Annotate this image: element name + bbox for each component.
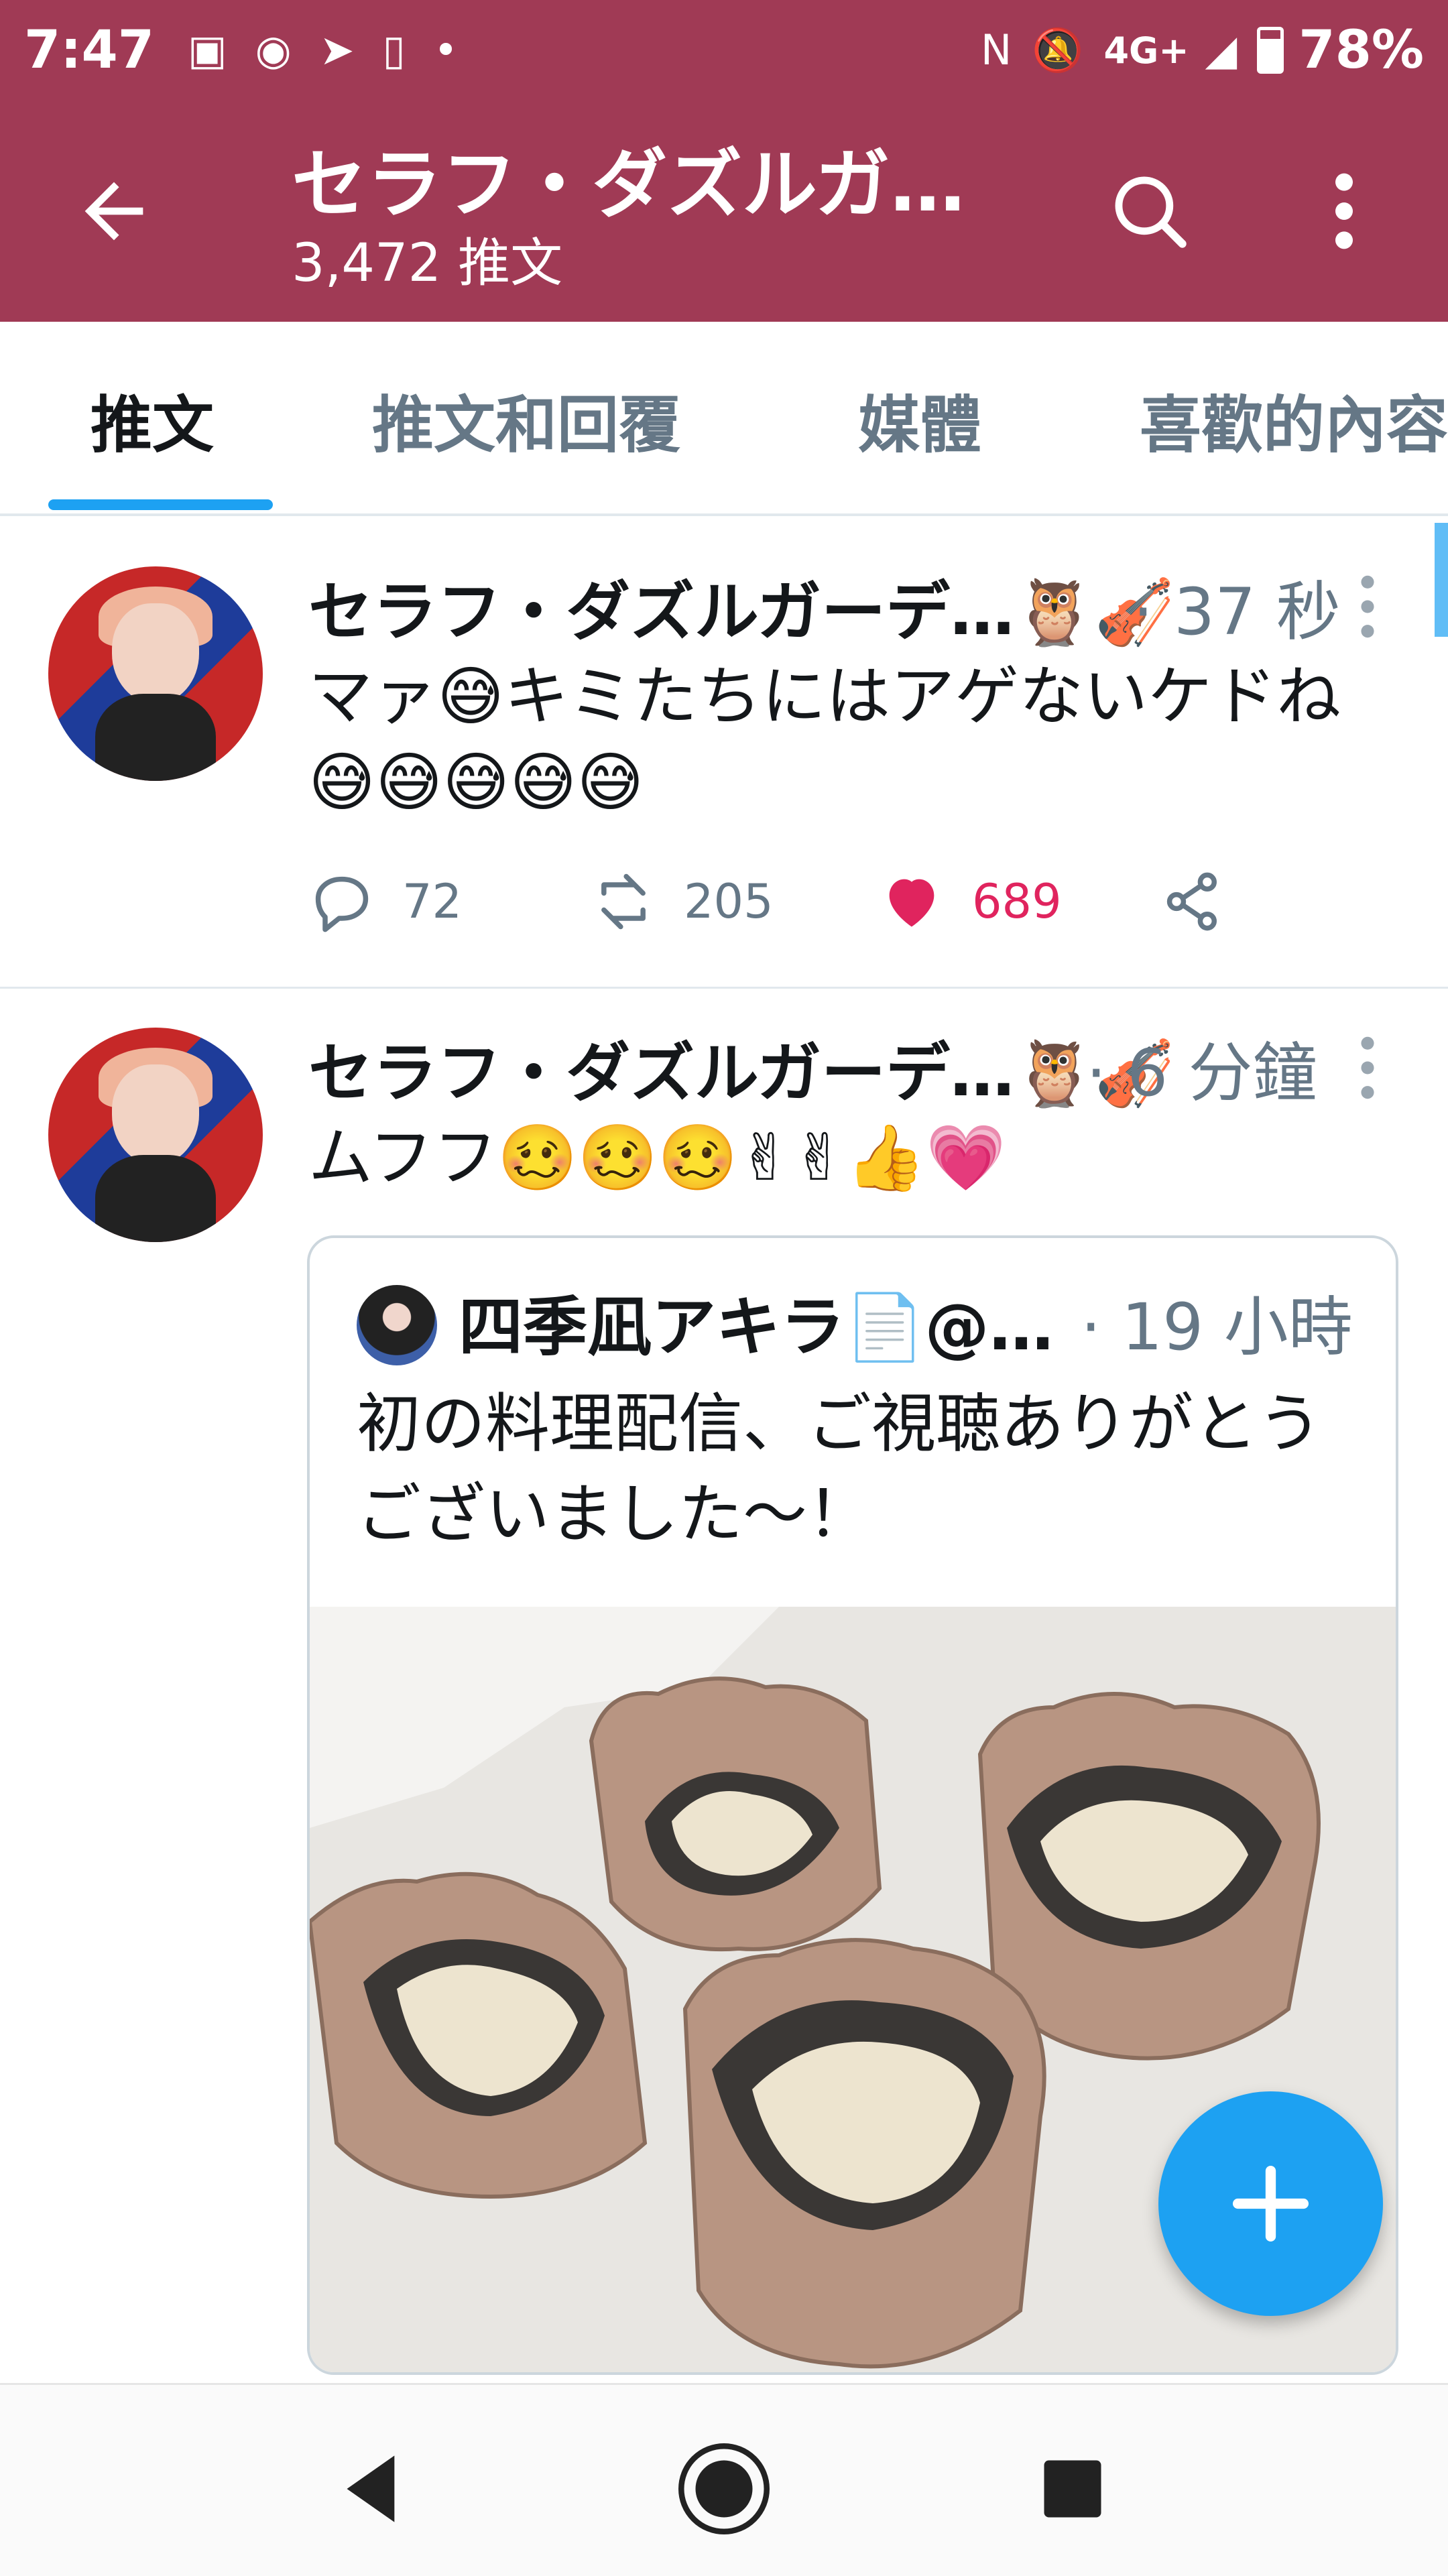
tab-likes[interactable]: 喜歡的內容 [1140, 375, 1448, 465]
back-button[interactable] [70, 168, 158, 255]
search-button[interactable] [1106, 168, 1193, 255]
search-icon [1115, 176, 1187, 248]
status-time: 7:47 [24, 20, 155, 80]
reply-icon [315, 876, 369, 932]
image-icon: ▣ [188, 25, 227, 74]
nav-home-button[interactable] [667, 2432, 781, 2546]
tab-media[interactable]: 媒體 [858, 375, 981, 465]
tweet-text: ムフフ🥴🥴🥴✌✌👍💗 [308, 1120, 1006, 1195]
avatar-face [112, 1064, 199, 1165]
heart-filled-icon [889, 879, 934, 927]
tweet-text: マァ😅キミたちにはアゲないケドね😅😅😅😅😅 [308, 659, 1341, 820]
arrow-left-icon [84, 182, 143, 241]
nav-recents-button[interactable] [1016, 2432, 1130, 2546]
retweet-count: 205 [684, 874, 774, 929]
app-bar: セラフ・ダズルガ… 3,472 推文 [0, 101, 1448, 322]
system-navigation-bar [0, 2383, 1448, 2576]
profile-tabs: 推文 推文和回覆 媒體 喜歡的內容 [0, 322, 1448, 516]
phone-transfer-icon: ▯ [382, 25, 406, 74]
tweet-time: · 37 秒 [1133, 574, 1341, 650]
status-bar: 7:47 ▣ ◉ ➤ ▯ • N 🔕 4G+ ◢ 78% [0, 0, 1448, 101]
more-vertical-icon [1335, 173, 1353, 249]
tweet-time: · 6 分鐘 [1086, 1036, 1317, 1111]
mute-icon: 🔕 [1032, 25, 1084, 74]
network-type: 4G+ [1103, 29, 1189, 72]
reply-button[interactable]: 72 [308, 868, 462, 935]
battery-percent: 78% [1299, 20, 1424, 80]
more-vertical-icon [1361, 1036, 1374, 1099]
circle-home-icon [678, 2443, 770, 2534]
avatar[interactable] [357, 1285, 437, 1365]
signal-icon: ◢ [1205, 25, 1238, 74]
tweet-author[interactable]: セラフ・ダズルガーデ…🦉🎻 [308, 560, 1174, 653]
quoted-tweet-time: · 19 小時 [1081, 1290, 1353, 1365]
compose-tweet-button[interactable] [1158, 2091, 1383, 2316]
share-icon [1166, 872, 1217, 931]
like-count: 689 [972, 874, 1062, 929]
paper-plane-icon: ➤ [319, 25, 355, 74]
avatar-body [95, 1155, 216, 1242]
nfc-icon: N [980, 25, 1012, 74]
line-app-icon: ◉ [255, 25, 292, 74]
avatar-face [112, 603, 199, 704]
tweet-item[interactable]: セラフ・ダズルガーデ…🦉🎻 · 37 秒 マァ😅キミたちにはアゲないケドね😅😅😅… [0, 530, 1448, 989]
overflow-menu-button[interactable] [1314, 168, 1374, 255]
tab-tweets[interactable]: 推文 [90, 375, 214, 465]
triangle-back-icon [347, 2455, 395, 2522]
tweet-author[interactable]: セラフ・ダズルガーデ…🦉🎻 [308, 1021, 1174, 1114]
square-recents-icon [1044, 2460, 1101, 2518]
nav-back-button[interactable] [318, 2432, 432, 2546]
tweet-count: 3,472 推文 [292, 233, 563, 294]
plus-icon [1232, 2165, 1309, 2242]
avatar[interactable] [48, 566, 263, 781]
battery-icon [1257, 27, 1284, 74]
reply-count: 72 [402, 874, 463, 929]
active-tab-indicator [48, 499, 273, 510]
more-vertical-icon [1361, 575, 1374, 638]
tweet-menu-button[interactable] [1347, 1031, 1388, 1105]
retweet-icon [601, 873, 646, 930]
tweet-menu-button[interactable] [1347, 570, 1388, 643]
dot-icon: • [433, 25, 459, 74]
avatar[interactable] [48, 1028, 263, 1242]
share-button[interactable] [1160, 868, 1254, 935]
profile-name-title: セラフ・ダズルガ… [292, 141, 965, 229]
avatar-body [95, 694, 216, 781]
tweet-actions: 72 205 689 [308, 868, 1314, 948]
quoted-tweet-text: 初の料理配信、ご視聴ありがとうございました〜！ [357, 1386, 1322, 1552]
tab-tweets-and-replies[interactable]: 推文和回覆 [372, 375, 680, 465]
retweet-button[interactable]: 205 [590, 868, 774, 935]
like-button[interactable]: 689 [878, 868, 1062, 935]
quoted-tweet-author: 四季凪アキラ📄@… [459, 1290, 1054, 1365]
